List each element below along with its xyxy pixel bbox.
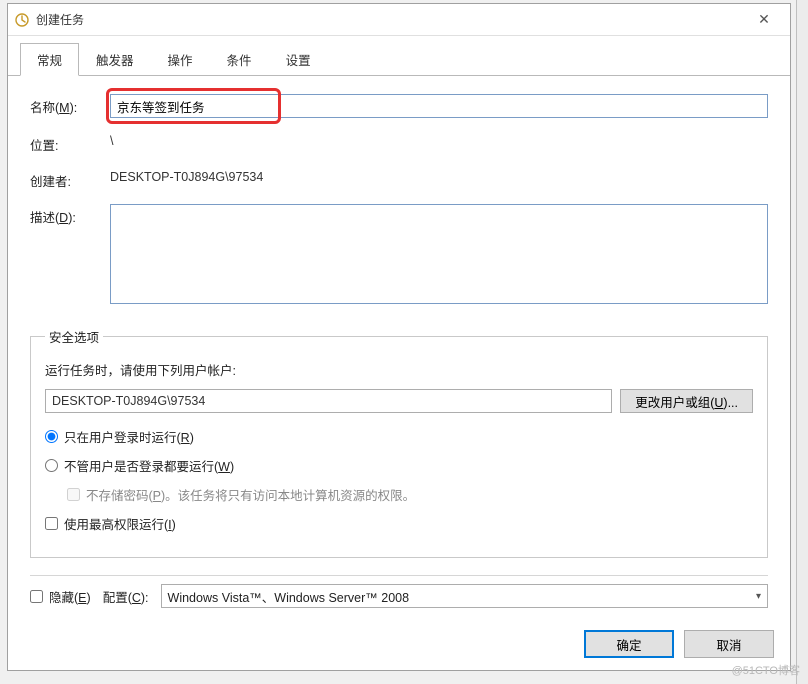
tab-bar: 常规 触发器 操作 条件 设置 xyxy=(8,36,790,76)
chevron-down-icon: ▾ xyxy=(756,591,761,602)
description-label: 描述(D): xyxy=(30,204,110,226)
radio-run-whether-logged-on[interactable]: 不管用户是否登录都要运行(W) xyxy=(45,456,753,475)
author-value: DESKTOP-T0J894G\97534 xyxy=(110,168,768,186)
name-input[interactable] xyxy=(110,94,768,118)
watermark: @51CTO博客 xyxy=(732,662,800,678)
radio-run-only-logged-on[interactable]: 只在用户登录时运行(R) xyxy=(45,427,753,446)
checkbox-do-not-store-password-input xyxy=(67,488,80,501)
tab-triggers[interactable]: 触发器 xyxy=(79,43,151,75)
tab-general[interactable]: 常规 xyxy=(20,43,79,76)
window-title: 创建任务 xyxy=(36,11,744,28)
ok-button[interactable]: 确定 xyxy=(584,630,674,658)
configure-for-select[interactable]: Windows Vista™、Windows Server™ 2008 ▾ xyxy=(161,584,768,608)
security-legend: 安全选项 xyxy=(45,327,103,346)
security-prompt: 运行任务时，请使用下列用户帐户: xyxy=(45,360,753,379)
checkbox-highest-privileges[interactable]: 使用最高权限运行(I) xyxy=(45,514,753,533)
background-sliver xyxy=(796,0,808,684)
checkbox-hidden-input[interactable] xyxy=(30,590,43,603)
description-input[interactable] xyxy=(110,204,768,304)
radio-run-only-logged-on-input[interactable] xyxy=(45,430,58,443)
author-label: 创建者: xyxy=(30,168,110,190)
tab-conditions[interactable]: 条件 xyxy=(210,43,269,75)
radio-run-whether-logged-on-input[interactable] xyxy=(45,459,58,472)
cancel-button[interactable]: 取消 xyxy=(684,630,774,658)
run-as-account: DESKTOP-T0J894G\97534 xyxy=(45,389,612,413)
security-options-group: 安全选项 运行任务时，请使用下列用户帐户: DESKTOP-T0J894G\97… xyxy=(30,327,768,558)
location-value: \ xyxy=(110,132,768,150)
create-task-dialog: 创建任务 ✕ 常规 触发器 操作 条件 设置 名称(M): 位置: \ 创建者:… xyxy=(7,3,791,671)
checkbox-hidden[interactable]: 隐藏(E) xyxy=(30,587,91,606)
location-label: 位置: xyxy=(30,132,110,154)
checkbox-highest-privileges-input[interactable] xyxy=(45,517,58,530)
name-label: 名称(M): xyxy=(30,94,110,116)
change-user-button[interactable]: 更改用户或组(U)... xyxy=(620,389,753,413)
clock-icon xyxy=(14,12,30,28)
tab-settings[interactable]: 设置 xyxy=(269,43,328,75)
tab-content-general: 名称(M): 位置: \ 创建者: DESKTOP-T0J894G\97534 … xyxy=(8,76,790,618)
dialog-footer: 确定 取消 xyxy=(8,618,790,670)
close-button[interactable]: ✕ xyxy=(744,11,784,28)
checkbox-do-not-store-password: 不存储密码(P)。该任务将只有访问本地计算机资源的权限。 xyxy=(67,485,753,504)
configure-for-label: 配置(C): xyxy=(103,587,149,606)
tab-actions[interactable]: 操作 xyxy=(151,43,210,75)
titlebar: 创建任务 ✕ xyxy=(8,4,790,36)
configure-for-value: Windows Vista™、Windows Server™ 2008 xyxy=(168,587,410,606)
